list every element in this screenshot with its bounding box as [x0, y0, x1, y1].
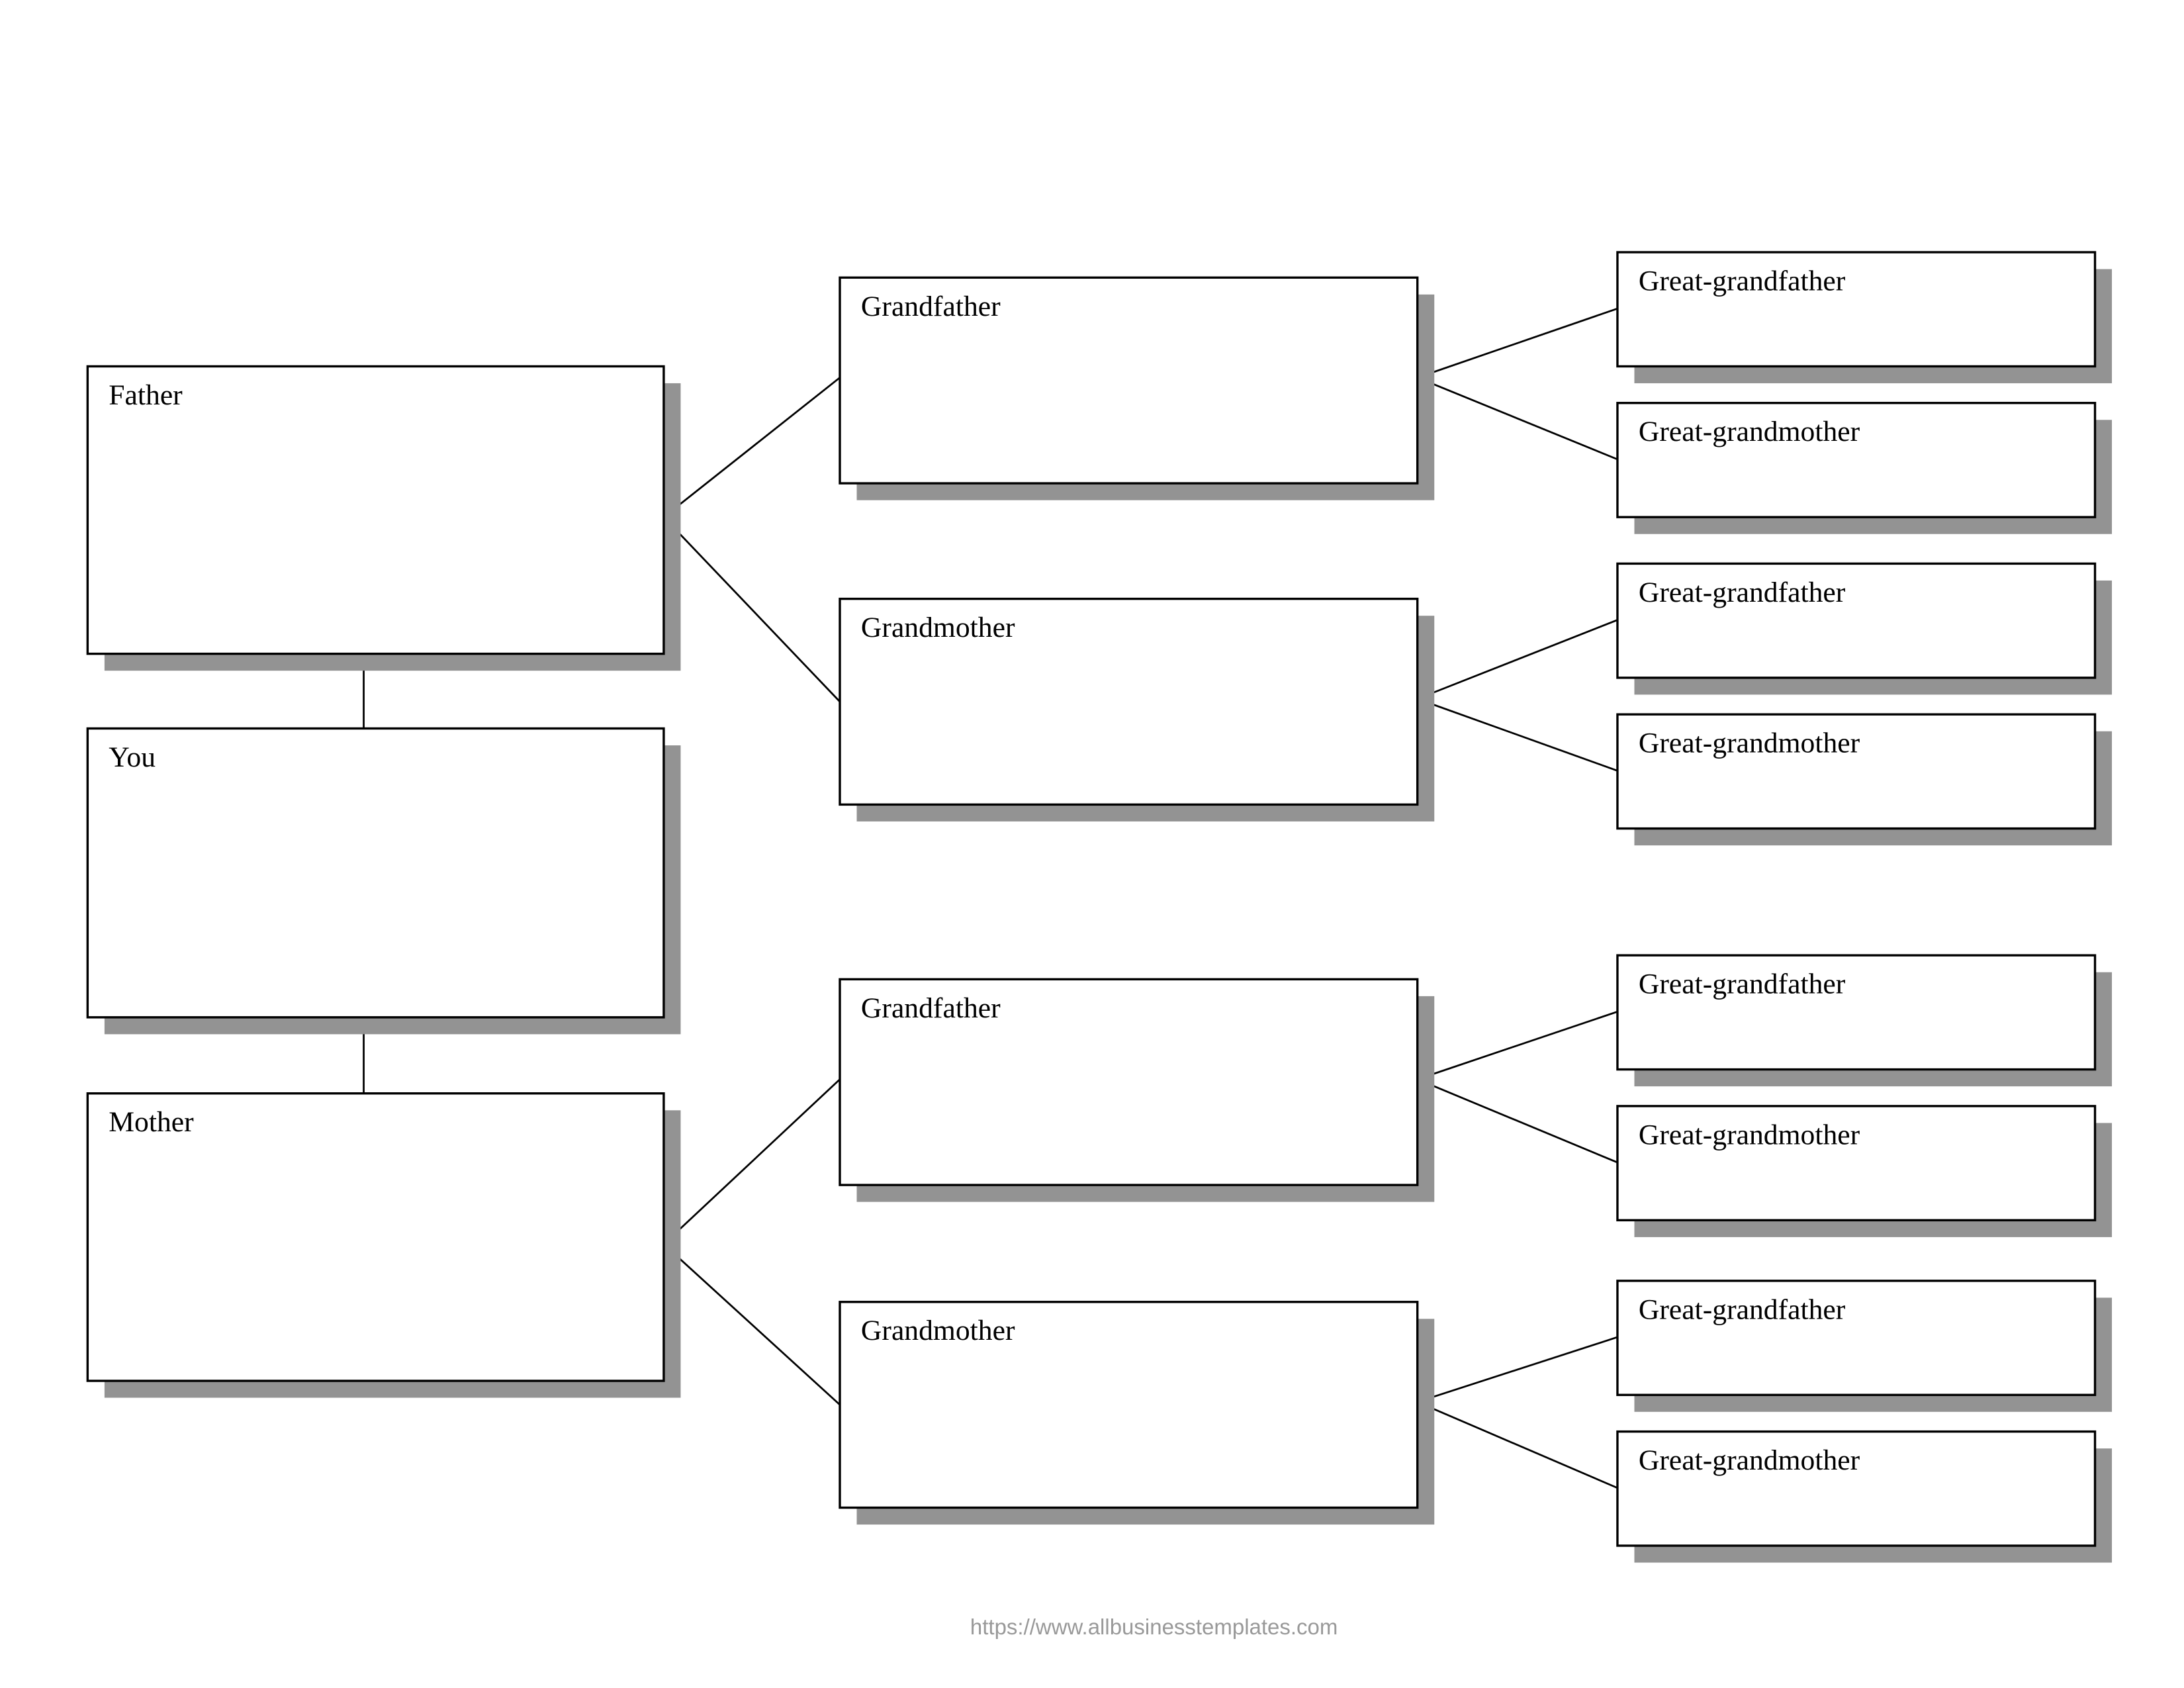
footer-url[interactable]: https://www.allbusinesstemplates.com [970, 1615, 1338, 1639]
box-label: Great-grandmother [1639, 727, 1860, 759]
connector-line [662, 1243, 841, 1406]
box-great-grandparent[interactable]: Great-grandfather [1616, 562, 2113, 695]
box-label: Great-grandmother [1639, 416, 1860, 447]
box-grandparent[interactable]: Grandfather [839, 978, 1435, 1202]
connector-line [1417, 1010, 1618, 1080]
box-great-grandparent[interactable]: Great-grandmother [1616, 1430, 2113, 1563]
box-label: Great-grandmother [1639, 1119, 1860, 1150]
connector-line [662, 516, 841, 702]
box-great-grandparent[interactable]: Great-grandmother [1616, 713, 2113, 846]
box-frame[interactable] [86, 727, 665, 1019]
box-mother[interactable]: Mother [86, 1092, 681, 1398]
box-father[interactable]: Father [86, 365, 681, 671]
box-label: Father [109, 379, 183, 411]
connector-line [1417, 377, 1618, 461]
box-great-grandparent[interactable]: Great-grandfather [1616, 954, 2113, 1087]
box-you[interactable]: You [86, 727, 681, 1035]
box-label: Grandmother [861, 1315, 1015, 1346]
connector-line [1417, 1078, 1618, 1164]
box-great-grandparent[interactable]: Great-grandmother [1616, 402, 2113, 534]
connector-line [1417, 1336, 1618, 1403]
box-label: Great-grandfather [1639, 577, 1846, 608]
connector-line [663, 377, 841, 518]
connector-line [1417, 1401, 1618, 1489]
box-label: Grandmother [861, 612, 1015, 643]
box-label: Great-grandmother [1639, 1444, 1860, 1476]
box-grandparent[interactable]: Grandmother [839, 1301, 1435, 1525]
box-label: Great-grandfather [1639, 265, 1846, 297]
box-grandparent[interactable]: Grandfather [839, 276, 1435, 500]
box-grandparent[interactable]: Grandmother [839, 597, 1435, 821]
connector-line [1417, 698, 1618, 772]
connector-line [1417, 619, 1618, 700]
connector-line [1417, 307, 1618, 379]
box-label: Great-grandfather [1639, 968, 1846, 1000]
connector-line [662, 1078, 841, 1245]
box-label: Mother [109, 1106, 194, 1138]
box-label: You [109, 741, 156, 773]
family-tree: You Father Grandfather Great-grandfather Gre… [86, 251, 2113, 1639]
box-label: Great-grandfather [1639, 1293, 1846, 1325]
box-label: Grandfather [861, 992, 1001, 1024]
box-great-grandparent[interactable]: Great-grandfather [1616, 251, 2113, 383]
box-great-grandparent[interactable]: Great-grandfather [1616, 1280, 2113, 1412]
box-label: Grandfather [861, 291, 1001, 322]
box-great-grandparent[interactable]: Great-grandmother [1616, 1105, 2113, 1237]
